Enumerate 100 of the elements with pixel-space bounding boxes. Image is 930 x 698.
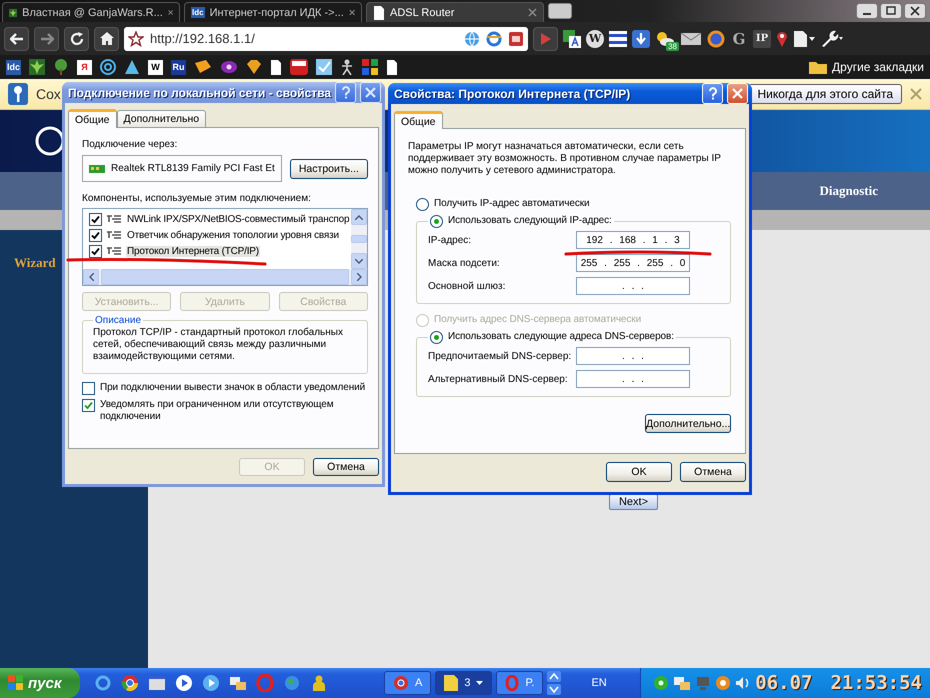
spiral-icon[interactable] <box>100 59 116 75</box>
bookmark-button[interactable]: Ru <box>171 60 186 74</box>
page-menu-icon[interactable] <box>793 30 815 48</box>
wrench-icon[interactable] <box>820 30 844 48</box>
ip-address-field[interactable]: . . . <box>576 370 690 388</box>
field-label: Предпочитаемый DNS-сервер: <box>428 350 572 362</box>
page-icon[interactable] <box>270 60 282 74</box>
list-item[interactable]: Протокол Интернета (TCP/IP) <box>126 246 260 256</box>
bookmark-button[interactable]: Я <box>77 60 92 74</box>
dialog-button[interactable]: Отмена <box>680 462 746 482</box>
field-label: Подключение через: <box>82 139 178 150</box>
radio-button[interactable] <box>416 198 429 211</box>
extension-button[interactable]: IP <box>753 30 771 48</box>
ip-address-field[interactable]: . . . <box>576 277 690 295</box>
folder-icon <box>444 675 458 691</box>
tab[interactable]: Общие <box>394 111 443 129</box>
help-button[interactable] <box>702 83 723 104</box>
ip-address-field[interactable]: 192 . 168 . 1 . 3 <box>576 231 690 249</box>
new-tab-button[interactable] <box>548 3 572 19</box>
browser-tab[interactable]: ldc Интернет-портал ИДК ->... <box>184 2 362 22</box>
play-icon[interactable] <box>202 674 220 692</box>
minimize-icon[interactable] <box>856 3 878 19</box>
sidebar-link[interactable]: Wizard <box>14 255 56 270</box>
triangle-icon[interactable] <box>124 59 140 75</box>
page-icon[interactable] <box>386 60 398 74</box>
eye-icon[interactable] <box>220 60 238 74</box>
scroll-thumb[interactable] <box>351 235 367 243</box>
star-icon[interactable] <box>128 30 144 46</box>
advanced-button[interactable]: Дополнительно... <box>645 414 731 433</box>
gem-icon[interactable] <box>246 59 262 75</box>
start-button[interactable]: пуск <box>0 668 80 698</box>
tab[interactable]: Общие <box>68 109 117 128</box>
play-button[interactable] <box>533 26 558 50</box>
media-player-icon[interactable] <box>175 674 193 692</box>
configure-button[interactable]: Настроить... <box>290 158 368 178</box>
taskbar-button[interactable]: 3 <box>435 671 492 695</box>
scroll-arrows-icon[interactable] <box>547 671 562 695</box>
checkbox[interactable] <box>89 244 102 258</box>
address-bar[interactable]: http://192.168.1.1/ <box>124 26 528 50</box>
close-icon[interactable] <box>348 8 355 17</box>
ip-address-field[interactable]: . . . <box>576 347 690 365</box>
folder-icon[interactable] <box>809 60 828 74</box>
taskbar-button[interactable]: A <box>384 671 432 695</box>
video-icon[interactable] <box>290 59 308 75</box>
never-button[interactable]: Никогда для этого сайта <box>748 84 902 104</box>
bookmark-folder-label[interactable]: Другие закладки <box>832 60 924 74</box>
flower-icon[interactable] <box>653 675 670 691</box>
radio-button[interactable] <box>430 331 443 344</box>
tree-icon[interactable] <box>53 59 69 75</box>
close-icon[interactable] <box>168 8 173 17</box>
close-button[interactable] <box>727 83 748 104</box>
list-item[interactable]: NWLink IPX/SPX/NetBIOS-совместимый транспор <box>126 214 350 224</box>
checkbox[interactable] <box>82 382 95 395</box>
next-button[interactable]: Next> <box>609 494 658 510</box>
translate-icon[interactable] <box>563 30 581 48</box>
maximize-icon[interactable] <box>880 3 902 19</box>
browser-tab[interactable]: Властная @ GanjaWars.R... <box>2 2 180 22</box>
close-button[interactable] <box>360 82 381 103</box>
dialog-button[interactable]: OK <box>606 462 672 482</box>
nav-link[interactable]: Diagnostic <box>820 183 878 199</box>
extension-button[interactable]: W <box>586 30 604 48</box>
taskbar-button[interactable]: P. <box>496 671 544 695</box>
figure-icon[interactable] <box>340 59 354 75</box>
tab[interactable]: Дополнительно <box>116 110 206 127</box>
download-icon[interactable] <box>632 30 650 48</box>
home-button[interactable] <box>94 26 119 50</box>
close-icon[interactable] <box>904 3 926 19</box>
back-button[interactable] <box>4 26 29 50</box>
checkbox[interactable] <box>82 399 95 412</box>
chrome-icon[interactable] <box>121 674 139 692</box>
mail-icon[interactable] <box>680 30 702 48</box>
browser-tab[interactable]: ADSL Router <box>366 2 544 22</box>
leaf-icon[interactable] <box>29 59 45 75</box>
ip-address-field[interactable]: 255 . 255 . 255 . 0 <box>576 254 690 272</box>
grid-icon[interactable] <box>362 59 378 75</box>
window-icon[interactable] <box>148 674 166 692</box>
browser-icon[interactable] <box>94 674 112 692</box>
checkbox[interactable] <box>89 212 102 226</box>
tab-title: Властная @ GanjaWars.R... <box>22 6 163 18</box>
bookmark-button[interactable]: W <box>148 60 163 74</box>
panel-icon[interactable] <box>609 30 627 46</box>
forward-button[interactable] <box>34 26 59 50</box>
radio-button[interactable] <box>430 215 443 228</box>
dialog-button[interactable]: Отмена <box>313 458 379 476</box>
scrollbar[interactable] <box>351 209 367 269</box>
map-pin-icon[interactable] <box>776 30 788 48</box>
network-icon[interactable] <box>229 674 247 692</box>
checklist-icon[interactable] <box>316 59 332 75</box>
checkbox[interactable] <box>89 228 102 242</box>
flag-icon[interactable] <box>194 59 212 75</box>
reload-button[interactable] <box>64 26 89 50</box>
tv-icon[interactable] <box>707 30 725 48</box>
people-icon[interactable] <box>310 674 328 692</box>
language-indicator[interactable]: EN <box>591 677 607 689</box>
radio-label: Использовать следующие адреса DNS-серверов: <box>448 331 674 343</box>
network-icon[interactable] <box>673 675 692 691</box>
bookmark-button[interactable]: ldc <box>6 60 21 74</box>
window-title: Свойства: Протокол Интернета (TCP/IP) <box>394 86 632 100</box>
list-item[interactable]: Ответчик обнаружения топологии уровня связи <box>126 230 340 240</box>
help-button[interactable] <box>335 82 356 103</box>
